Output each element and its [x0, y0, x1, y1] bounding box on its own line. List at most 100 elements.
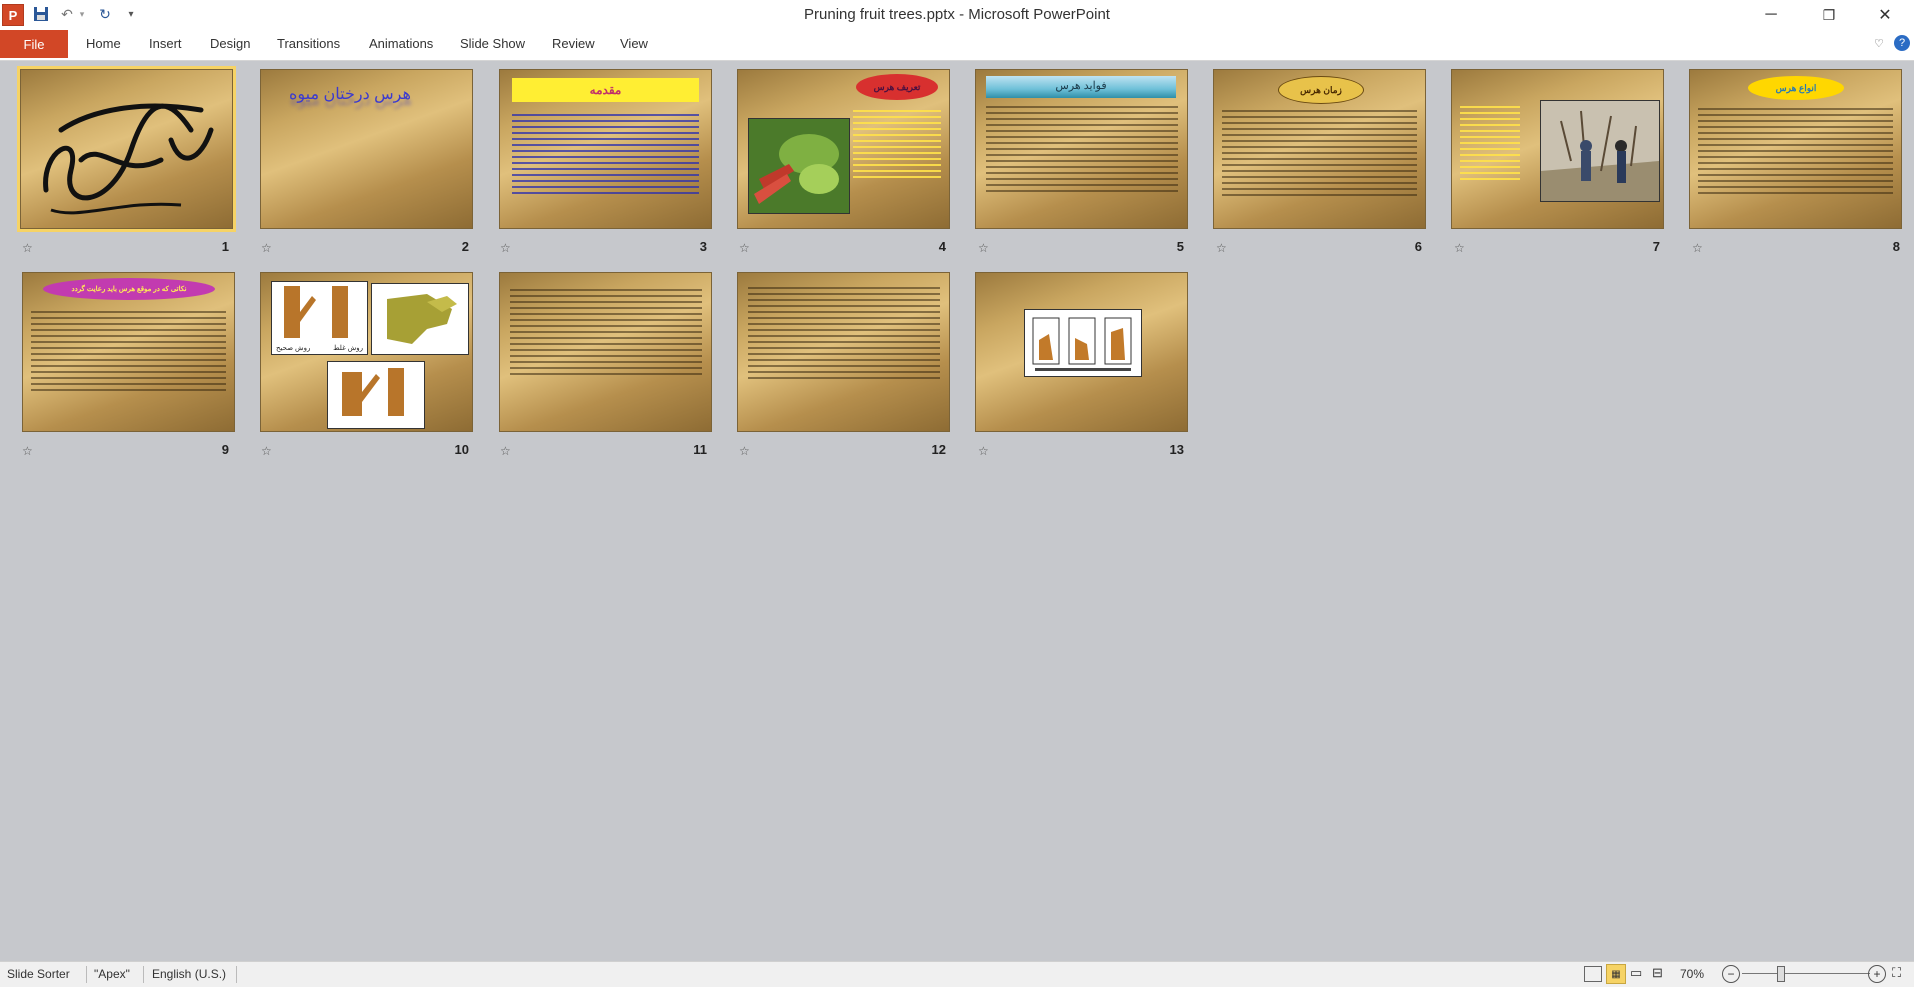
slide-number: 9	[221, 442, 229, 457]
slide-thumbnail-6[interactable]: زمان هرس	[1214, 70, 1425, 228]
animation-star-icon[interactable]: ☆	[1216, 241, 1227, 255]
zoom-slider-thumb[interactable]	[1777, 966, 1785, 982]
window-title: Pruning fruit trees.pptx - Microsoft Pow…	[804, 6, 1110, 23]
slide-number: 7	[1652, 239, 1660, 254]
slide-number: 12	[931, 442, 946, 457]
theme-label[interactable]: "Apex"	[94, 967, 130, 981]
slide-thumbnail-4[interactable]: تعریف هرس	[738, 70, 949, 228]
text-block	[1698, 108, 1893, 198]
slide-thumbnail-10[interactable]: روش صحیح روش غلط	[261, 273, 472, 431]
branch-cut-diagram: روش صحیح روش غلط	[271, 281, 368, 355]
text-block	[748, 287, 940, 383]
text-block	[986, 106, 1178, 196]
tab-slide-show[interactable]: Slide Show	[460, 36, 525, 51]
restore-button[interactable]: ❐	[1800, 0, 1858, 30]
pruning-shears-image	[748, 118, 850, 214]
slide-title: انواع هرس	[1748, 76, 1844, 100]
animation-star-icon[interactable]: ☆	[261, 241, 272, 255]
title-banner-image: فواید هرس	[986, 76, 1176, 98]
reading-view-icon[interactable]: ▭	[1630, 965, 1642, 981]
slide-number: 1	[221, 239, 229, 254]
tab-home[interactable]: Home	[86, 36, 121, 51]
slide-thumbnail-8[interactable]: انواع هرس	[1690, 70, 1901, 228]
animation-star-icon[interactable]: ☆	[978, 241, 989, 255]
minimize-ribbon-icon[interactable]: ♡	[1874, 37, 1884, 50]
divider	[143, 966, 144, 983]
slide-thumbnail-3[interactable]: مقدمه	[500, 70, 711, 228]
caption-correct: روش صحیح	[276, 345, 311, 352]
slide-thumbnail-11[interactable]	[500, 273, 711, 431]
animation-star-icon[interactable]: ☆	[261, 444, 272, 458]
slide-show-icon[interactable]: ⊟	[1652, 965, 1663, 981]
calligraphy-image	[43, 103, 214, 215]
ribbon-tabs: File Home Insert Design Transitions Anim…	[0, 30, 1914, 61]
zoom-level[interactable]: 70%	[1680, 967, 1704, 981]
slide-thumbnail-9[interactable]: نکاتی که در موقع هرس باید رعایت گردد	[23, 273, 234, 431]
text-block	[1460, 106, 1520, 184]
slide-number: 5	[1176, 239, 1184, 254]
tab-review[interactable]: Review	[552, 36, 595, 51]
slide-title: فواید هرس	[1055, 80, 1107, 92]
tab-view[interactable]: View	[620, 36, 648, 51]
language-label[interactable]: English (U.S.)	[152, 967, 226, 981]
slide-thumbnail-7[interactable]	[1452, 70, 1663, 228]
text-block	[1222, 110, 1417, 200]
divider	[86, 966, 87, 983]
view-label: Slide Sorter	[7, 967, 70, 981]
slide-thumbnail-5[interactable]: فواید هرس	[976, 70, 1187, 228]
slide-number: 3	[699, 239, 707, 254]
slide-number: 11	[693, 442, 707, 457]
orchard-photo-image	[1540, 100, 1660, 202]
normal-view-icon[interactable]	[1584, 966, 1602, 982]
divider	[236, 966, 237, 983]
animation-star-icon[interactable]: ☆	[739, 241, 750, 255]
slide-number: 6	[1414, 239, 1422, 254]
animation-star-icon[interactable]: ☆	[1454, 241, 1465, 255]
slide-thumbnail-12[interactable]	[738, 273, 949, 431]
slide-title: هرس درختان میوه	[289, 86, 411, 103]
slide-sorter-view-icon[interactable]: ▦	[1606, 964, 1626, 984]
slide-title: تعریف هرس	[856, 74, 938, 100]
animation-star-icon[interactable]: ☆	[978, 444, 989, 458]
slide-thumbnail-2[interactable]: هرس درختان میوه	[261, 70, 472, 228]
tab-transitions[interactable]: Transitions	[277, 36, 340, 51]
trunk-cut-diagram	[371, 283, 469, 355]
caption-wrong: روش غلط	[333, 345, 363, 352]
status-bar: Slide Sorter "Apex" English (U.S.) ▦ ▭ ⊟…	[0, 961, 1914, 987]
text-block	[853, 110, 941, 182]
animation-star-icon[interactable]: ☆	[22, 444, 33, 458]
slide-number: 13	[1169, 442, 1184, 457]
slide-thumbnail-13[interactable]	[976, 273, 1187, 431]
title-bar: P ↶ ▾ ↻ ▾ Pruning fruit trees.pptx - Mic…	[0, 0, 1914, 30]
slide-number: 4	[938, 239, 946, 254]
slide-number: 2	[461, 239, 469, 254]
fit-to-window-icon[interactable]: ⛶	[1892, 965, 1901, 981]
animation-star-icon[interactable]: ☆	[1692, 241, 1703, 255]
zoom-out-icon[interactable]: −	[1722, 965, 1740, 983]
zoom-slider-track[interactable]	[1742, 973, 1870, 974]
slide-title: مقدمه	[512, 78, 699, 102]
animation-star-icon[interactable]: ☆	[739, 444, 750, 458]
close-button[interactable]: ✕	[1856, 0, 1914, 30]
slide-number: 10	[454, 442, 469, 457]
pruning-cuts-diagram	[1024, 309, 1142, 377]
tab-insert[interactable]: Insert	[149, 36, 182, 51]
slide-title: نکاتی که در موقع هرس باید رعایت گردد	[43, 278, 215, 300]
tab-animations[interactable]: Animations	[369, 36, 433, 51]
minimize-button[interactable]: ─	[1742, 0, 1800, 30]
text-block	[31, 311, 226, 395]
animation-star-icon[interactable]: ☆	[500, 241, 511, 255]
tab-design[interactable]: Design	[210, 36, 250, 51]
text-block	[510, 289, 702, 379]
slide-title: زمان هرس	[1278, 76, 1364, 104]
zoom-in-icon[interactable]: +	[1868, 965, 1886, 983]
branch-angle-diagram	[327, 361, 425, 429]
animation-star-icon[interactable]: ☆	[500, 444, 511, 458]
animation-star-icon[interactable]: ☆	[22, 241, 33, 255]
help-icon[interactable]: ?	[1894, 35, 1910, 51]
slide-thumbnail-1[interactable]	[17, 66, 236, 232]
text-block	[512, 114, 699, 198]
slide-number: 8	[1892, 239, 1900, 254]
tab-file[interactable]: File	[0, 30, 68, 58]
slide-sorter-pane: ☆ 1 هرس درختان میوه ☆ 2 مقدمه ☆ 3 تعریف …	[0, 61, 1914, 961]
